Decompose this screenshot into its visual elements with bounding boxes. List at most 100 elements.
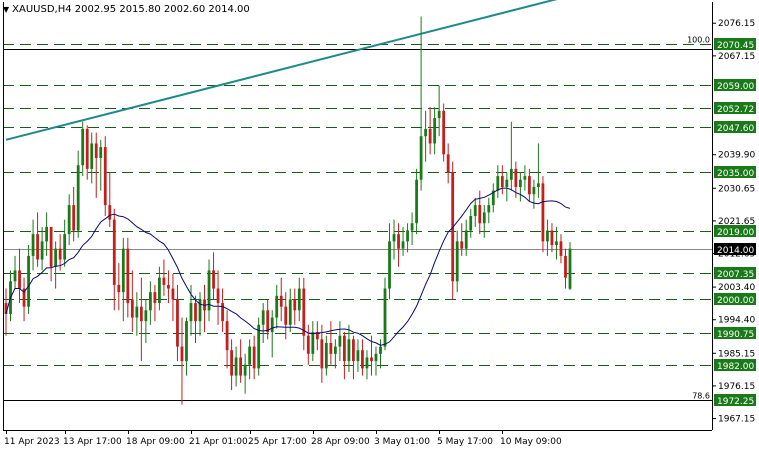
candle-body	[392, 234, 396, 242]
candle-body	[135, 306, 139, 318]
candle-body	[18, 270, 21, 289]
candle-body	[410, 223, 414, 231]
candle-body	[85, 128, 89, 169]
candle-body	[374, 353, 378, 362]
candle-body	[189, 303, 193, 322]
candle-body	[568, 248, 572, 289]
candle-body	[167, 284, 170, 289]
level-price-label-text: 1972.25	[717, 397, 754, 407]
level-price-label-text: 1990.75	[717, 330, 754, 340]
candle-body	[464, 230, 468, 249]
y-tick-label: 1994.40	[718, 316, 755, 326]
candle-body	[496, 176, 500, 191]
candle-body	[180, 346, 184, 362]
level-price-label-text: 2000.00	[717, 296, 754, 306]
candle-body	[365, 357, 369, 369]
candle-body	[76, 165, 80, 231]
candle-body	[45, 226, 49, 242]
candle-body	[139, 306, 143, 322]
candle-body	[288, 299, 292, 325]
y-tick-label: 1967.15	[718, 415, 755, 425]
level-price-label-text: 2047.60	[717, 124, 754, 134]
x-tick-label: 5 May 17:00	[437, 437, 493, 447]
level-price-label-text: 2019.00	[717, 228, 754, 238]
candle-body	[306, 335, 310, 354]
candle-body	[72, 205, 76, 231]
candle-body	[379, 346, 382, 354]
candle-body	[324, 342, 328, 369]
candle-body	[40, 241, 44, 260]
candle-body	[81, 128, 85, 166]
candle-body	[482, 212, 486, 224]
candle-body	[49, 226, 53, 267]
candle-body	[99, 147, 103, 158]
y-tick-label: 1976.15	[718, 382, 755, 392]
candle-body	[153, 292, 157, 304]
candle-body	[487, 205, 491, 213]
candle-body	[230, 350, 233, 376]
candle-body	[546, 230, 549, 242]
candle-body	[158, 277, 161, 304]
x-tick-label: 21 Apr 01:00	[189, 437, 248, 447]
x-tick-label: 18 Apr 09:00	[126, 437, 185, 447]
candle-body	[406, 230, 409, 242]
candle-body	[532, 186, 536, 195]
candle-body	[320, 339, 324, 369]
candle-body	[121, 248, 125, 293]
candle-body	[185, 321, 188, 362]
candle-body	[54, 248, 58, 267]
candle-body	[148, 292, 152, 311]
candle-body	[243, 364, 247, 376]
x-tick-label: 28 Apr 09:00	[311, 437, 370, 447]
candle-body	[126, 248, 130, 304]
moving-average-line	[5, 187, 571, 346]
candle-body	[460, 241, 464, 249]
level-tag-78.6: 78.6	[692, 392, 710, 401]
candle-body	[347, 339, 351, 362]
candle-body	[171, 288, 175, 300]
candle-body	[388, 241, 391, 289]
candle-body	[329, 342, 333, 354]
candle-body	[176, 299, 179, 347]
candle-body	[275, 295, 279, 318]
candle-body	[194, 303, 197, 322]
candle-body	[505, 179, 509, 187]
y-tick-label: 2076.15	[718, 19, 755, 29]
candle-body	[293, 299, 297, 311]
candle-body	[518, 179, 522, 187]
candle-body	[130, 299, 134, 318]
candle-body	[27, 255, 30, 307]
candle-body	[559, 241, 563, 256]
trendline-layer	[5, 0, 558, 141]
candle-body	[428, 128, 432, 144]
candle-body	[112, 219, 116, 285]
candle-body	[212, 270, 215, 289]
trendline	[5, 0, 558, 141]
x-tick-label: 11 Apr 2023	[4, 437, 60, 447]
candle-body	[473, 205, 477, 216]
candle-body	[401, 241, 405, 249]
candle-body	[500, 176, 504, 187]
current-price-label-text: 2014.00	[717, 246, 754, 256]
level-price-label-text: 1982.00	[717, 362, 754, 372]
x-tick-label: 13 Apr 17:00	[63, 437, 122, 447]
candle-body	[437, 110, 441, 119]
candle-body	[433, 118, 437, 144]
candle-body	[239, 357, 243, 376]
candle-body	[514, 168, 518, 187]
y-tick-label: 2067.15	[718, 52, 755, 62]
candle-body	[297, 288, 301, 311]
candle-body	[343, 335, 346, 362]
candle-body	[555, 241, 558, 246]
candle-body	[564, 255, 567, 278]
candle-body	[144, 310, 148, 322]
candle-body	[415, 179, 418, 224]
candle-body	[527, 176, 531, 195]
price-chart[interactable]: 100.0 78.6 2076.15 2067.15 2039.90 2030.65 20…	[0, 0, 759, 452]
candle-body	[103, 147, 107, 206]
candle-body	[509, 168, 513, 180]
candles-layer	[4, 16, 572, 405]
candle-body	[537, 183, 540, 187]
level-price-label-text: 2059.00	[717, 82, 754, 92]
candle-body	[279, 295, 283, 307]
